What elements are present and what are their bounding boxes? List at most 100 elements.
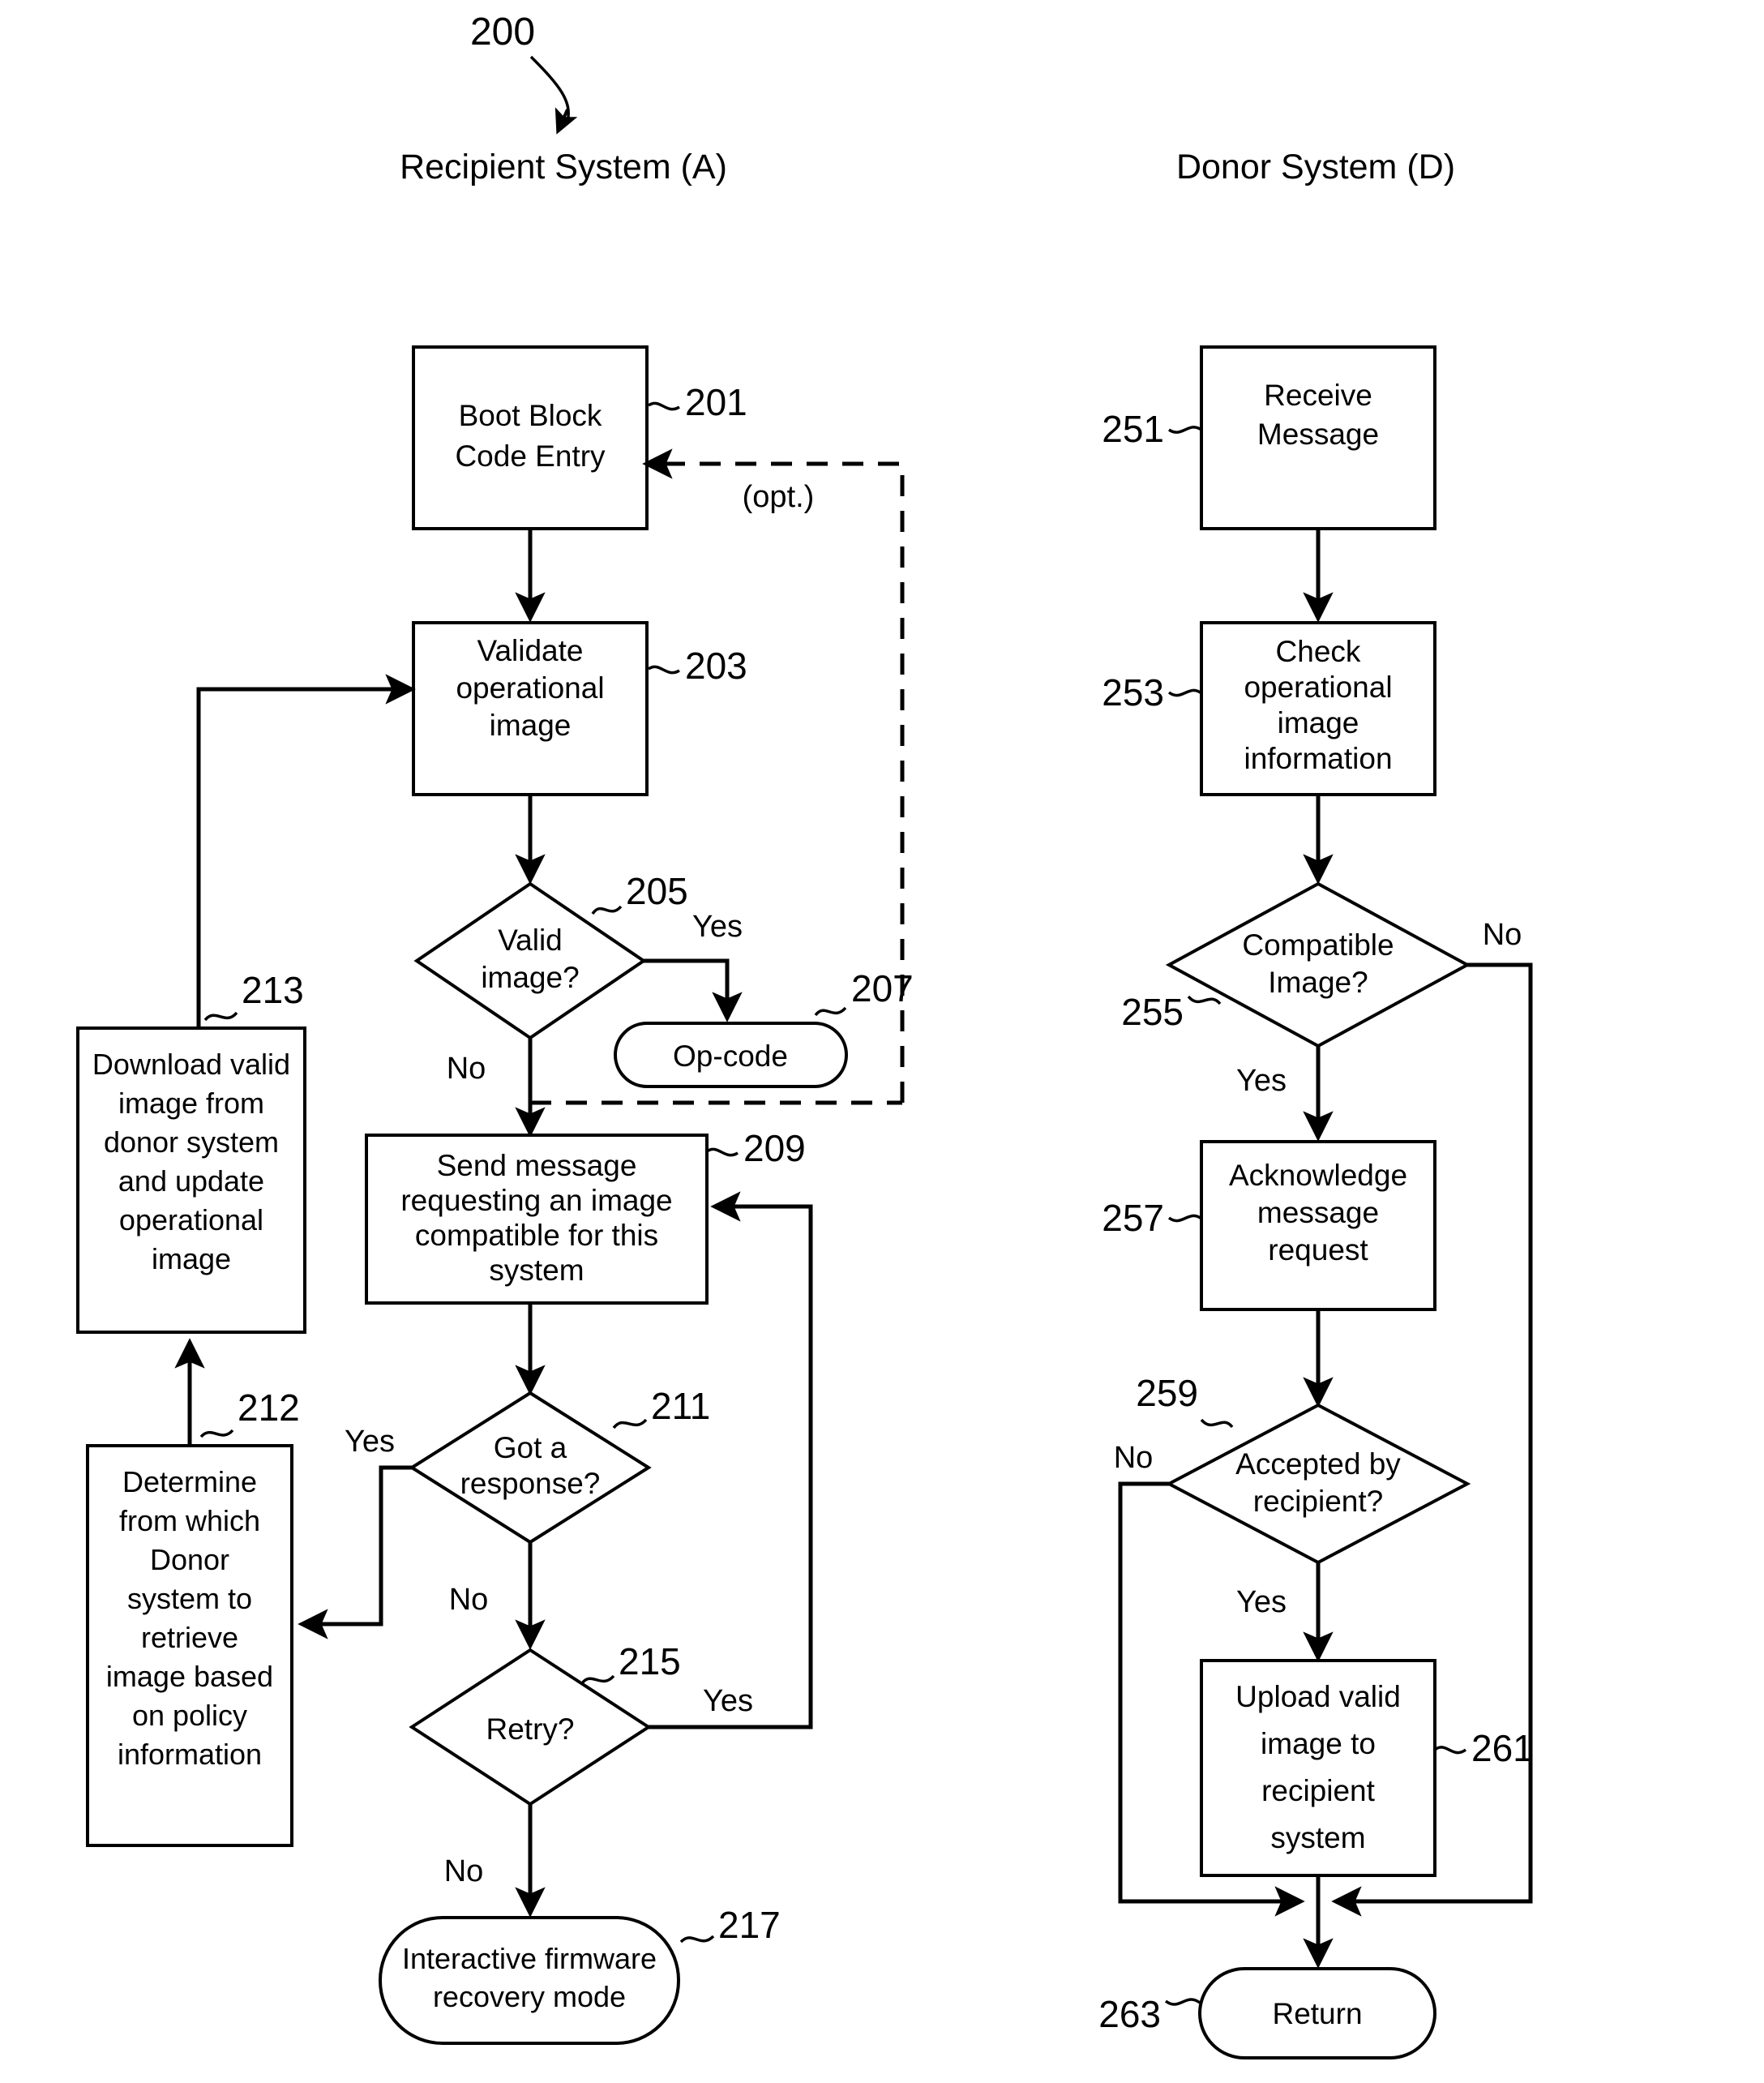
node-determine-line3: Donor <box>150 1543 229 1576</box>
figure-number: 200 <box>470 11 535 54</box>
ref-number-203: 203 <box>685 645 747 687</box>
node-return-label: Return <box>1272 1997 1362 2030</box>
node-send-message-line3: compatible for this <box>415 1219 658 1252</box>
ref-leader-207 <box>814 1006 847 1017</box>
ref-number-261: 261 <box>1471 1727 1534 1769</box>
node-check-line4: information <box>1244 742 1392 775</box>
node-download-line5: operational <box>119 1203 263 1237</box>
node-determine-line7: on policy <box>132 1699 247 1732</box>
node-determine-line6: image based <box>106 1660 273 1693</box>
ref-number-215: 215 <box>619 1640 681 1682</box>
node-compatible-line1: Compatible <box>1242 928 1394 962</box>
node-download-line1: Download valid <box>92 1048 290 1081</box>
figure-leader-arrow <box>554 107 578 135</box>
ref-number-217: 217 <box>718 1904 781 1946</box>
ref-leader-211 <box>612 1418 648 1429</box>
node-valid-image-line1: Valid <box>498 924 563 957</box>
ref-number-259: 259 <box>1136 1372 1198 1414</box>
node-op-code-label: Op-code <box>673 1039 788 1073</box>
node-accepted-line1: Accepted by <box>1235 1447 1401 1481</box>
node-download-line4: and update <box>118 1164 264 1198</box>
ref-leader-261 <box>1433 1746 1467 1755</box>
node-accepted-by-recipient-decision[interactable] <box>1165 1403 1471 1565</box>
node-check-line1: Check <box>1276 635 1361 668</box>
node-retry-label: Retry? <box>486 1712 575 1746</box>
ref-leader-215 <box>580 1674 615 1685</box>
node-compatible-image-decision[interactable] <box>1165 881 1471 1048</box>
node-check-line2: operational <box>1244 671 1392 704</box>
label-accepted-no: No <box>1114 1441 1154 1475</box>
node-send-message-line4: system <box>489 1254 584 1287</box>
donor-column-title: Donor System (D) <box>1176 148 1455 186</box>
node-validate-line2: operational <box>456 671 604 705</box>
node-determine-line2: from which <box>119 1504 260 1537</box>
node-determine-line5: retrieve <box>141 1621 238 1654</box>
label-valid-image-no: No <box>447 1052 486 1086</box>
ref-leader-209 <box>705 1147 739 1157</box>
node-send-message-line1: Send message <box>437 1149 637 1182</box>
node-boot-block-code-entry[interactable] <box>412 345 649 530</box>
node-check-line3: image <box>1278 706 1359 739</box>
node-determine-line8: information <box>118 1738 262 1771</box>
flowchart-svg: 200 Recipient System (A) Donor System (D… <box>76 11 1534 2059</box>
node-determine-line1: Determine <box>122 1465 257 1498</box>
node-upload-line2: image to <box>1261 1727 1376 1760</box>
ref-leader-201 <box>647 401 680 411</box>
ref-leader-253 <box>1167 688 1203 697</box>
node-send-message-line2: requesting an image <box>400 1184 672 1217</box>
label-optional: (opt.) <box>743 480 815 514</box>
node-download-line2: image from <box>118 1087 264 1120</box>
node-validate-line3: image <box>490 709 572 742</box>
node-download-line3: donor system <box>104 1125 279 1159</box>
label-got-response-no: No <box>449 1583 489 1617</box>
node-determine-line4: system to <box>127 1582 252 1615</box>
ref-leader-257 <box>1167 1214 1203 1223</box>
ref-leader-203 <box>647 665 680 675</box>
label-got-response-yes: Yes <box>345 1425 395 1459</box>
label-retry-no: No <box>444 1854 484 1888</box>
ref-number-201: 201 <box>685 381 747 423</box>
ref-leader-217 <box>679 1935 715 1944</box>
node-acknowledge-line3: request <box>1268 1233 1368 1267</box>
ref-leader-255 <box>1187 995 1222 1005</box>
node-got-response-line1: Got a <box>494 1431 567 1464</box>
node-upload-line4: system <box>1270 1821 1365 1854</box>
edge-valid-yes-to-opcode <box>644 958 743 1022</box>
node-got-response-line2: response? <box>460 1467 601 1500</box>
node-boot-block-line1: Boot Block <box>459 399 602 432</box>
ref-leader-263 <box>1164 1998 1201 2006</box>
label-compatible-no: No <box>1483 918 1522 952</box>
ref-number-251: 251 <box>1102 408 1164 450</box>
ref-number-212: 212 <box>238 1387 300 1429</box>
node-validate-line1: Validate <box>477 634 584 667</box>
ref-leader-213 <box>203 1011 238 1022</box>
label-accepted-yes: Yes <box>1236 1585 1287 1619</box>
label-compatible-yes: Yes <box>1236 1064 1287 1098</box>
node-upload-line3: recipient <box>1261 1774 1376 1807</box>
node-compatible-line2: Image? <box>1268 966 1368 999</box>
label-retry-yes: Yes <box>703 1684 753 1718</box>
edge-got-response-yes-to-determine <box>298 1465 412 1639</box>
edge-download-to-validate <box>196 674 416 1028</box>
ref-leader-212 <box>199 1429 234 1438</box>
ref-number-213: 213 <box>242 969 304 1011</box>
node-acknowledge-line2: message <box>1257 1196 1379 1229</box>
figure-canvas: 200 Recipient System (A) Donor System (D… <box>0 0 1764 2083</box>
node-valid-image-line2: image? <box>481 961 579 994</box>
ref-number-211: 211 <box>651 1385 710 1427</box>
ref-number-255: 255 <box>1121 991 1184 1033</box>
ref-number-205: 205 <box>626 870 688 912</box>
node-acknowledge-line1: Acknowledge <box>1229 1159 1407 1192</box>
ref-number-257: 257 <box>1102 1197 1164 1239</box>
node-upload-line1: Upload valid <box>1235 1680 1401 1713</box>
node-boot-block-line2: Code Entry <box>455 439 606 473</box>
node-accepted-line2: recipient? <box>1253 1485 1383 1518</box>
ref-leader-259 <box>1200 1418 1234 1429</box>
node-receive-message-line2: Message <box>1257 418 1379 451</box>
node-recovery-line1: Interactive firmware <box>402 1942 657 1975</box>
ref-leader-205 <box>591 905 623 915</box>
node-recovery-line2: recovery mode <box>433 1980 626 2013</box>
node-download-line6: image <box>152 1242 231 1275</box>
node-receive-message-line1: Receive <box>1264 379 1372 412</box>
ref-number-263: 263 <box>1098 1993 1161 2035</box>
